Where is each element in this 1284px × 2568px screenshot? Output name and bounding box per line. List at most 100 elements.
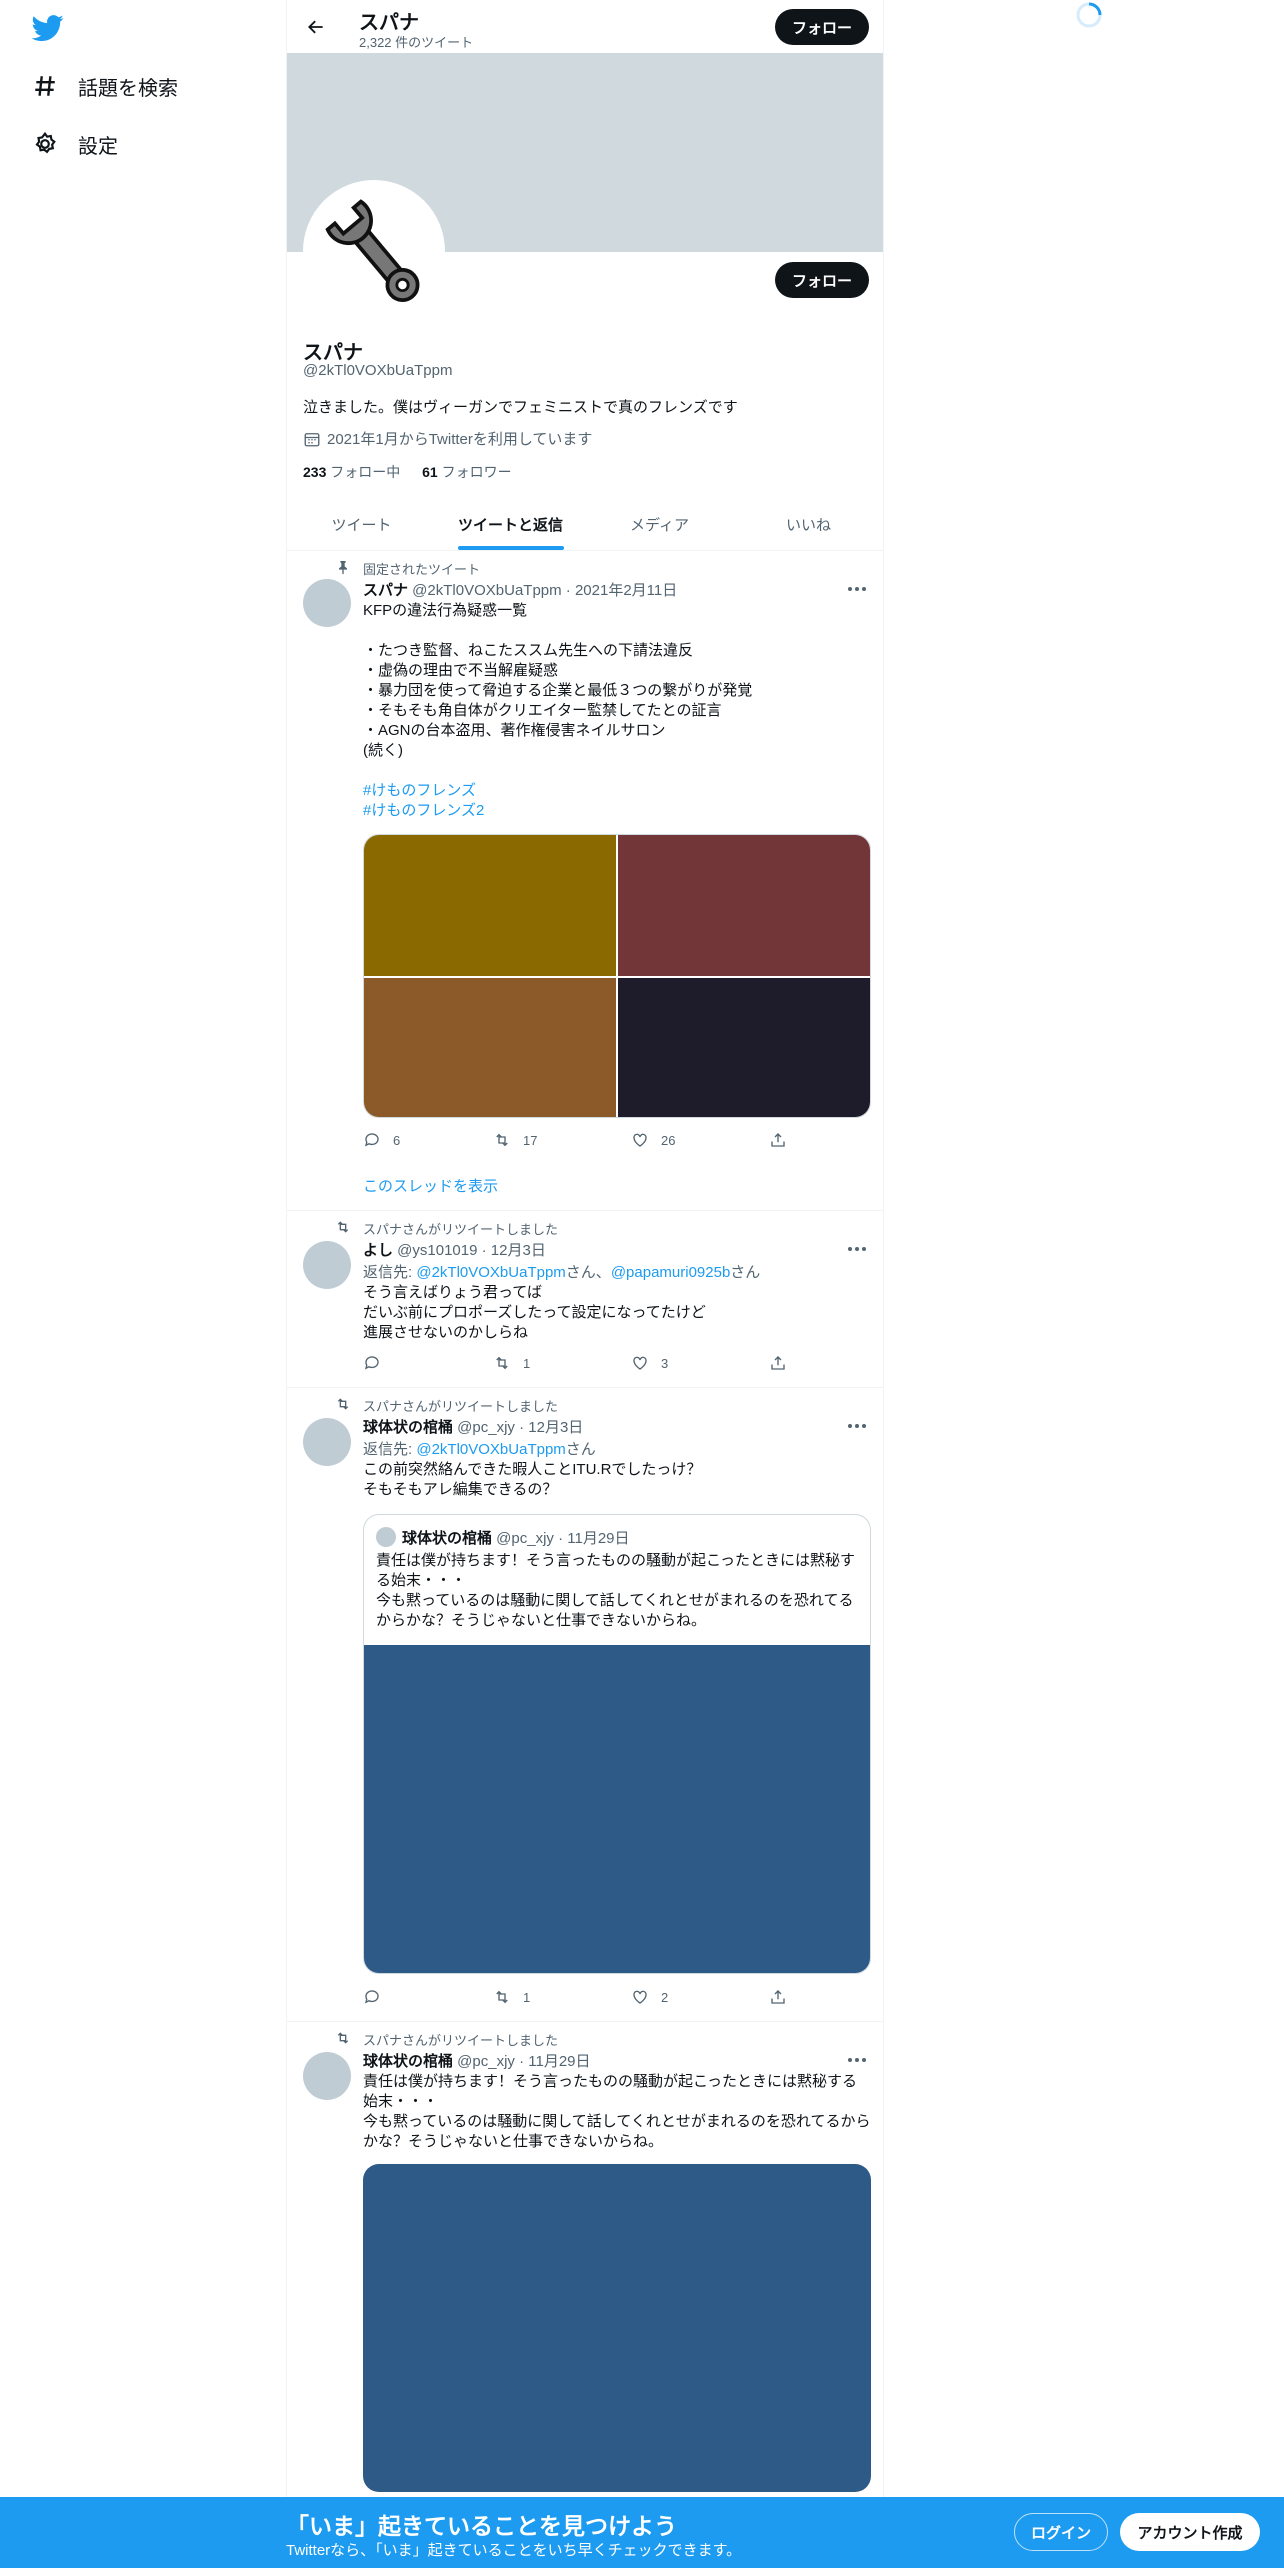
followers-link[interactable]: 61 フォロワー [422, 464, 511, 480]
like-button[interactable]: 3 [631, 1354, 668, 1372]
retweet-icon [337, 2032, 349, 2044]
tweet-retweet[interactable]: スパナさんがリツイートしました よし @ys101019 · 12月3日 返信先… [287, 1211, 883, 1388]
tweet-author-name[interactable]: 球体状の棺桶 [363, 2053, 453, 2070]
reply-prefix: 返信先: [363, 1264, 417, 1281]
like-button[interactable]: 2 [631, 1988, 668, 2006]
quoted-text: 責任は僕が持ちます！そう言ったものの騒動が起こったときには黙秘する始末・・・ 今… [376, 1552, 855, 1629]
retweet-count: 1 [523, 1355, 531, 1371]
nav-settings-label: 設定 [78, 135, 118, 158]
back-arrow-icon[interactable] [301, 12, 331, 42]
signup-banner-title: 「いま」起きていることを見つけよう [286, 2513, 677, 2539]
tweet-context: スパナさんがリツイートしました [363, 2033, 559, 2048]
quoted-tweet[interactable]: 球体状の棺桶 @pc_xjy · 11月29日 責任は僕が持ちます！そう言ったも… [363, 1514, 871, 1974]
mention-link[interactable]: @2kTl0VOXbUaTppm [416, 1264, 565, 1281]
media-image-3[interactable] [364, 978, 616, 1117]
tweet-author-meta: @2kTl0VOXbUaTppm · 2021年2月11日 [408, 582, 678, 599]
more-options-icon[interactable] [845, 2052, 869, 2068]
media-image-1[interactable] [364, 835, 616, 976]
pin-icon [339, 561, 347, 575]
more-options-icon[interactable] [845, 581, 869, 597]
profile-avatar[interactable] [303, 180, 445, 322]
tweet-media-image[interactable] [363, 2164, 871, 2492]
heart-icon [633, 1990, 647, 2004]
login-button[interactable]: ログイン [1014, 2513, 1108, 2551]
retweet-button[interactable]: 1 [493, 1988, 530, 2006]
show-thread-link[interactable]: このスレッドを表示 [363, 1175, 498, 1196]
tweet-actions: 6 17 26 [363, 1131, 785, 1151]
tab-likes[interactable]: いいね [734, 498, 883, 550]
reply-icon [364, 1356, 379, 1370]
hashtag-link[interactable]: #けものフレンズ2 [363, 801, 871, 821]
profile-handle: @2kTl0VOXbUaTppm [303, 362, 453, 379]
more-options-icon[interactable] [845, 1418, 869, 1434]
following-link[interactable]: 233 フォロー中 [303, 464, 400, 480]
followers-label: フォロワー [437, 464, 512, 480]
avatar[interactable] [303, 1241, 351, 1289]
tab-tweets[interactable]: ツイート [287, 498, 436, 550]
signup-button[interactable]: アカウント作成 [1120, 2513, 1260, 2551]
twitter-bird-icon[interactable] [31, 12, 64, 44]
tweet-actions: 1 3 [363, 1354, 785, 1374]
share-icon [771, 1356, 785, 1370]
quoted-author-name: 球体状の棺桶 [402, 1530, 493, 1547]
retweet-button[interactable]: 17 [493, 1131, 537, 1149]
avatar[interactable] [303, 2052, 351, 2100]
header-tweet-count: 2,322 件のツイート [359, 35, 474, 50]
tweet-author-meta: @pc_xjy · 12月3日 [453, 1419, 584, 1436]
share-button[interactable] [769, 1988, 799, 2006]
profile-joined: 2021年1月からTwitterを利用しています [303, 428, 592, 449]
nav-settings[interactable]: 設定 [20, 118, 130, 170]
following-label: フォロー中 [326, 464, 401, 480]
media-image-2[interactable] [618, 835, 870, 976]
share-button[interactable] [769, 1354, 799, 1372]
quoted-media-image[interactable] [364, 1645, 870, 1973]
tweet-author-name[interactable]: 球体状の棺桶 [363, 1419, 453, 1436]
reply-mid: さん、 [565, 1264, 611, 1281]
retweet-icon [496, 1990, 508, 2004]
header-follow-button[interactable]: フォロー [775, 9, 869, 45]
reply-icon [364, 1133, 379, 1147]
calendar-icon [304, 432, 320, 446]
profile-follow-button[interactable]: フォロー [775, 262, 869, 298]
tab-tweets-and-replies[interactable]: ツイートと返信 [436, 498, 585, 550]
tweet-context: 固定されたツイート [363, 562, 481, 577]
more-options-icon[interactable] [845, 1241, 869, 1257]
retweet-button[interactable]: 1 [493, 1354, 530, 1372]
like-button[interactable]: 26 [631, 1131, 675, 1149]
tweet-author-name[interactable]: よし [363, 1242, 393, 1259]
nav-explore-label: 話題を検索 [78, 77, 178, 100]
retweet-count: 17 [523, 1132, 538, 1148]
share-icon [771, 1990, 785, 2004]
tweet-media-grid[interactable] [363, 834, 871, 1118]
profile-bio: 泣きました。僕はヴィーガンでフェミニストで真のフレンズです [303, 399, 738, 416]
reply-button[interactable] [363, 1988, 393, 2006]
reply-to: 返信先: @2kTl0VOXbUaTppmさん、@papamuri0925bさん [363, 1261, 760, 1282]
mention-link[interactable]: @2kTl0VOXbUaTppm [416, 1441, 565, 1458]
tweet-header: スパナ @2kTl0VOXbUaTppm · 2021年2月11日 [363, 579, 677, 600]
share-button[interactable] [769, 1131, 799, 1149]
retweet-count: 1 [523, 1989, 531, 2005]
mention-link[interactable]: @papamuri0925b [611, 1264, 730, 1281]
reply-button[interactable] [363, 1354, 393, 1372]
tweet-text: そう言えばりょう君ってば だいぶ前にプロポーズしたって設定になってたけど 進展さ… [363, 1284, 706, 1341]
tweet-retweet[interactable]: スパナさんがリツイートしました 球体状の棺桶 @pc_xjy · 11月29日 … [287, 2022, 883, 2497]
profile-joined-text: 2021年1月からTwitterを利用しています [327, 431, 593, 448]
nav-explore[interactable]: 話題を検索 [20, 60, 190, 112]
reply-to: 返信先: @2kTl0VOXbUaTppmさん [363, 1438, 596, 1459]
tweet-author-name[interactable]: スパナ [363, 582, 408, 599]
media-image-4[interactable] [618, 978, 870, 1117]
profile-stats: 233 フォロー中 61 フォロワー [303, 462, 512, 482]
reply-button[interactable]: 6 [363, 1131, 400, 1149]
tweet-retweet-quote[interactable]: スパナさんがリツイートしました 球体状の棺桶 @pc_xjy · 12月3日 返… [287, 1388, 883, 2022]
avatar[interactable] [303, 579, 351, 627]
reply-prefix: 返信先: [363, 1441, 417, 1458]
tweet-header: 球体状の棺桶 @pc_xjy · 12月3日 [363, 1416, 583, 1437]
quoted-author-meta: @pc_xjy · 11月29日 [492, 1530, 630, 1547]
share-icon [771, 1133, 785, 1147]
hashtag-link[interactable]: #けものフレンズ [363, 781, 871, 801]
profile-column: スパナ 2,322 件のツイート フォロー フォロー スパナ @2kTl0VOX… [286, 0, 884, 2568]
profile-header-bar: スパナ 2,322 件のツイート フォロー [287, 0, 883, 53]
avatar[interactable] [303, 1418, 351, 1466]
tweet-pinned[interactable]: 固定されたツイート スパナ @2kTl0VOXbUaTppm · 2021年2月… [287, 551, 883, 1211]
tab-media[interactable]: メディア [585, 498, 734, 550]
